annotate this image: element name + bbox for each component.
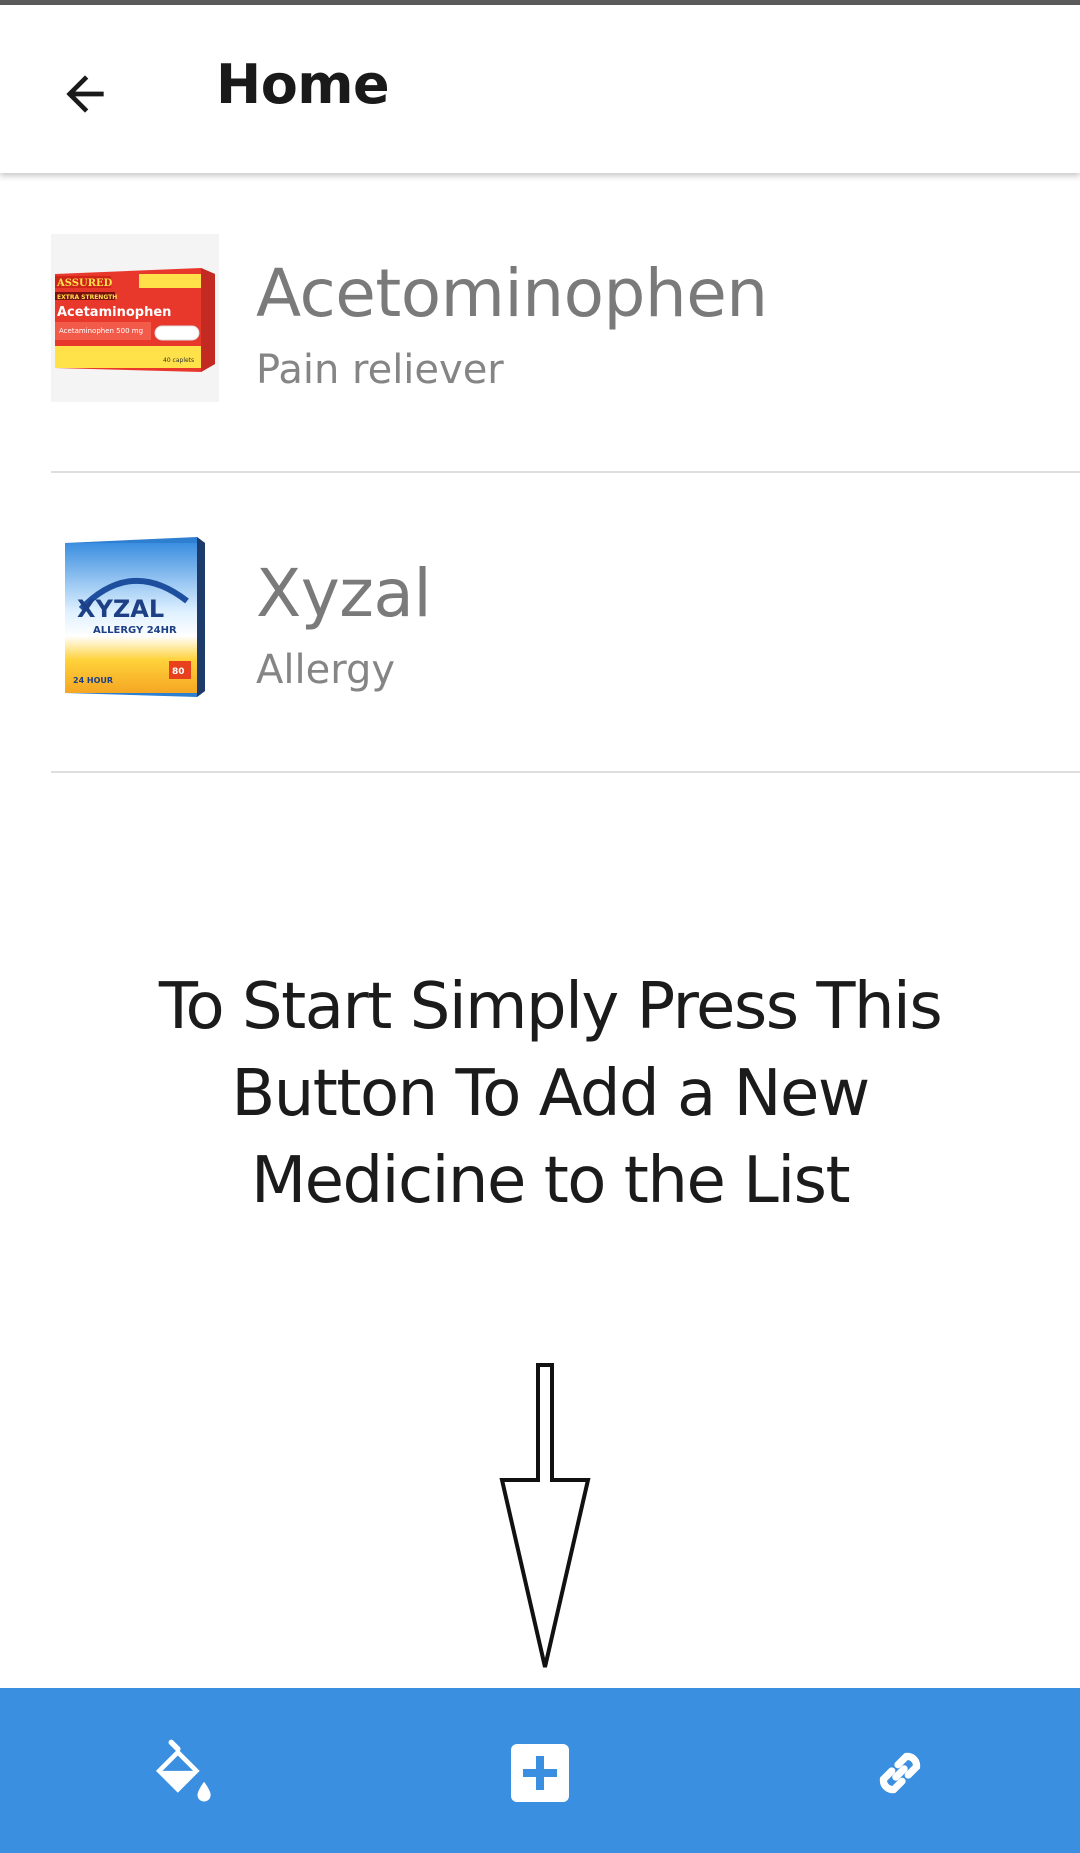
svg-text:40 caplets: 40 caplets (163, 357, 194, 364)
down-arrow-icon (499, 1363, 591, 1668)
add-medicine-button[interactable] (485, 1718, 595, 1828)
list-divider (51, 771, 1080, 773)
svg-text:24 HOUR: 24 HOUR (73, 676, 113, 685)
medicine-name: Acetominophen (256, 255, 768, 332)
app-bar: Home (0, 5, 1080, 173)
list-item-xyzal[interactable]: XYZAL ALLERGY 24HR 24 HOUR 80 Xyzal Alle… (0, 473, 1080, 773)
medicine-name: Xyzal (256, 555, 432, 632)
svg-text:EXTRA STRENGTH: EXTRA STRENGTH (57, 294, 117, 301)
svg-text:Acetaminophen 500 mg: Acetaminophen 500 mg (59, 327, 143, 335)
link-button[interactable] (845, 1718, 955, 1828)
svg-text:Acetaminophen: Acetaminophen (57, 305, 171, 320)
link-icon (879, 1752, 921, 1794)
svg-text:ASSURED: ASSURED (56, 278, 113, 289)
plus-square-icon (511, 1744, 569, 1802)
medicine-category: Allergy (256, 647, 396, 693)
paint-bucket-icon (155, 1739, 211, 1802)
onboarding-hint-text: To Start Simply Press This Button To Add… (158, 970, 943, 1218)
theme-button[interactable] (125, 1718, 235, 1828)
arrow-left-icon (66, 75, 104, 113)
xyzal-box-image: XYZAL ALLERGY 24HR 24 HOUR 80 (51, 531, 219, 699)
bottom-navigation (0, 1688, 1080, 1853)
svg-text:ALLERGY 24HR: ALLERGY 24HR (93, 625, 177, 636)
page-title: Home (216, 53, 390, 116)
back-button[interactable] (50, 59, 120, 129)
list-item-acetominophen[interactable]: ASSURED EXTRA STRENGTH Acetaminophen Ace… (0, 173, 1080, 473)
svg-text:XYZAL: XYZAL (77, 595, 164, 623)
medicine-category: Pain reliever (256, 347, 504, 393)
svg-text:80: 80 (172, 667, 185, 677)
acetaminophen-box-image: ASSURED EXTRA STRENGTH Acetaminophen Ace… (51, 234, 219, 402)
